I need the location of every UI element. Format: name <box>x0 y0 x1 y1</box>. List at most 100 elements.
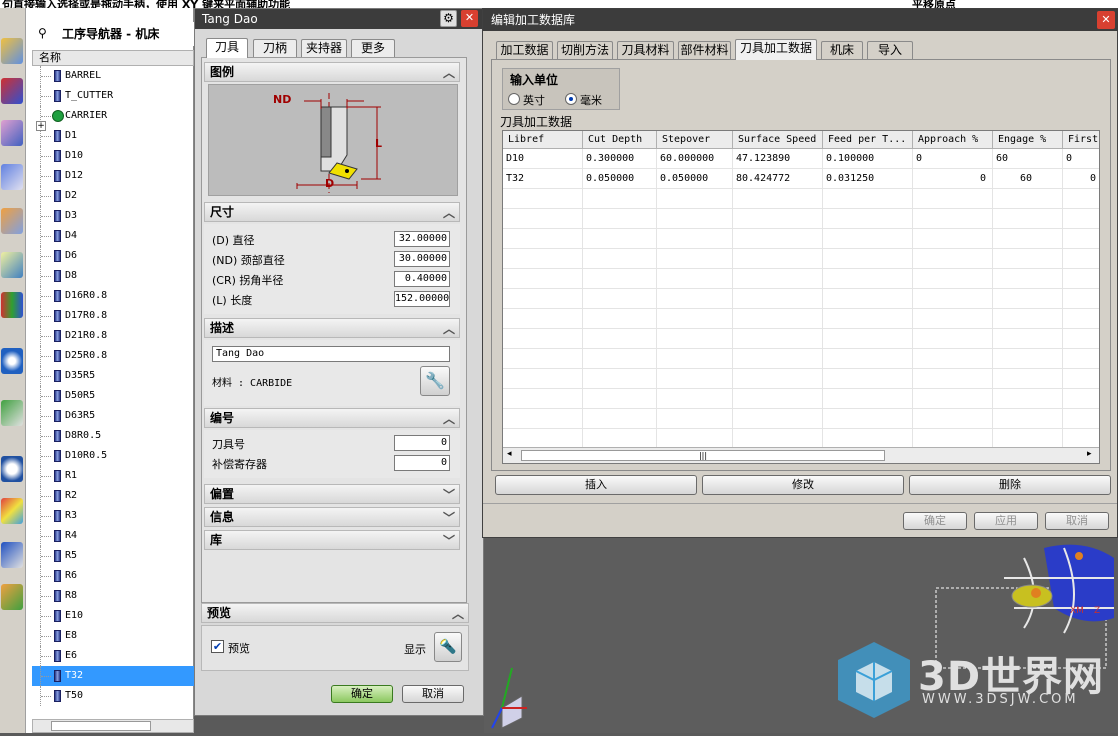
tab-holder-shank[interactable]: 刀柄 <box>253 39 297 58</box>
empty-cell[interactable] <box>657 349 733 369</box>
empty-cell[interactable] <box>823 309 913 329</box>
tool-list-item[interactable]: E6 <box>32 646 194 666</box>
db-ok-button[interactable]: 确定 <box>903 512 967 530</box>
section-info[interactable]: 信息 ﹀ <box>204 507 460 527</box>
tool-list-item[interactable]: E10 <box>32 606 194 626</box>
empty-cell[interactable] <box>733 269 823 289</box>
empty-cell[interactable] <box>583 269 657 289</box>
empty-cell[interactable] <box>993 409 1063 429</box>
empty-cell[interactable] <box>657 309 733 329</box>
empty-cell[interactable] <box>913 269 993 289</box>
tool-list-item[interactable]: D12 <box>32 166 194 186</box>
history-icon[interactable] <box>1 292 23 318</box>
tool-list-item[interactable]: D16R0.8 <box>32 286 194 306</box>
empty-cell[interactable] <box>583 209 657 229</box>
empty-cell[interactable] <box>583 349 657 369</box>
empty-cell[interactable] <box>583 429 657 449</box>
empty-cell[interactable] <box>993 369 1063 389</box>
table-hscrollbar[interactable]: ◂ ||| ▸ <box>503 447 1099 463</box>
table-cell[interactable]: D10 <box>503 149 583 169</box>
empty-cell[interactable] <box>657 289 733 309</box>
empty-cell[interactable] <box>733 229 823 249</box>
empty-cell[interactable] <box>503 329 583 349</box>
db-tab-6[interactable]: 导入 <box>867 41 913 59</box>
empty-cell[interactable] <box>583 369 657 389</box>
clock-icon[interactable] <box>1 456 23 482</box>
radio-inch[interactable] <box>508 93 520 105</box>
tool-number-field[interactable]: 0 <box>394 435 450 451</box>
empty-cell[interactable] <box>733 409 823 429</box>
empty-cell[interactable] <box>913 309 993 329</box>
assembly-navigator-icon[interactable] <box>1 38 23 64</box>
empty-cell[interactable] <box>1063 429 1099 449</box>
tool-list-item[interactable]: D25R0.8 <box>32 346 194 366</box>
empty-cell[interactable] <box>1063 209 1099 229</box>
empty-cell[interactable] <box>733 249 823 269</box>
empty-cell[interactable] <box>733 329 823 349</box>
column-header[interactable]: Libref <box>503 131 583 149</box>
ok-button[interactable]: 确定 <box>331 685 393 703</box>
empty-cell[interactable] <box>913 369 993 389</box>
tool-list-item[interactable]: T32 <box>32 666 194 686</box>
web-browser-icon[interactable] <box>1 400 23 426</box>
table-cell[interactable]: 0.100000 <box>823 149 913 169</box>
empty-cell[interactable] <box>993 269 1063 289</box>
table-cell[interactable]: 60 <box>993 169 1063 189</box>
empty-cell[interactable] <box>993 209 1063 229</box>
empty-cell[interactable] <box>657 269 733 289</box>
empty-cell[interactable] <box>503 429 583 449</box>
empty-cell[interactable] <box>1063 349 1099 369</box>
db-tab-4[interactable]: 刀具加工数据 <box>735 39 817 60</box>
db-cancel-button[interactable]: 取消 <box>1045 512 1109 530</box>
empty-cell[interactable] <box>583 249 657 269</box>
empty-cell[interactable] <box>733 189 823 209</box>
tool-list-item[interactable]: D35R5 <box>32 366 194 386</box>
empty-cell[interactable] <box>583 409 657 429</box>
empty-cell[interactable] <box>1063 189 1099 209</box>
db-apply-button[interactable]: 应用 <box>974 512 1038 530</box>
constraint-navigator-icon[interactable] <box>1 78 23 104</box>
process-studio-icon[interactable] <box>1 542 23 568</box>
table-cell[interactable]: T32 <box>503 169 583 189</box>
empty-cell[interactable] <box>1063 249 1099 269</box>
operation-navigator-icon[interactable] <box>1 164 23 190</box>
empty-cell[interactable] <box>657 329 733 349</box>
empty-cell[interactable] <box>583 289 657 309</box>
compensation-register-field[interactable]: 0 <box>394 455 450 471</box>
column-header[interactable]: Engage % <box>993 131 1063 149</box>
empty-cell[interactable] <box>823 189 913 209</box>
tool-list-item[interactable]: D2 <box>32 186 194 206</box>
tool-list-item[interactable]: D8 <box>32 266 194 286</box>
tool-list-item[interactable]: R2 <box>32 486 194 506</box>
empty-cell[interactable] <box>1063 369 1099 389</box>
tool-list-item[interactable]: CARRIER <box>32 106 194 126</box>
table-cell[interactable]: 60.000000 <box>657 149 733 169</box>
neck-diameter-field[interactable]: 30.00000 <box>394 251 450 267</box>
empty-cell[interactable] <box>823 229 913 249</box>
table-cell[interactable]: 60 <box>993 149 1063 169</box>
tool-list-item[interactable]: BARREL <box>32 66 194 86</box>
tool-list-item[interactable]: R6 <box>32 566 194 586</box>
empty-cell[interactable] <box>913 229 993 249</box>
tool-list-item[interactable]: R1 <box>32 466 194 486</box>
reuse-library-icon[interactable] <box>1 252 23 278</box>
empty-cell[interactable] <box>913 289 993 309</box>
empty-cell[interactable] <box>503 349 583 369</box>
empty-cell[interactable] <box>503 369 583 389</box>
empty-cell[interactable] <box>993 289 1063 309</box>
empty-cell[interactable] <box>1063 389 1099 409</box>
tool-list-item[interactable]: R5 <box>32 546 194 566</box>
empty-cell[interactable] <box>993 189 1063 209</box>
empty-cell[interactable] <box>503 309 583 329</box>
empty-cell[interactable] <box>503 289 583 309</box>
empty-cell[interactable] <box>657 429 733 449</box>
empty-cell[interactable] <box>657 209 733 229</box>
section-description[interactable]: 描述 ︿ <box>204 318 460 338</box>
empty-cell[interactable] <box>823 429 913 449</box>
empty-cell[interactable] <box>503 209 583 229</box>
tool-list-item[interactable]: R3 <box>32 506 194 526</box>
flashlight-icon[interactable]: 🔦 <box>434 632 462 662</box>
empty-cell[interactable] <box>823 289 913 309</box>
part-navigator-icon[interactable] <box>1 120 23 146</box>
delete-button[interactable]: 删除 <box>909 475 1111 495</box>
